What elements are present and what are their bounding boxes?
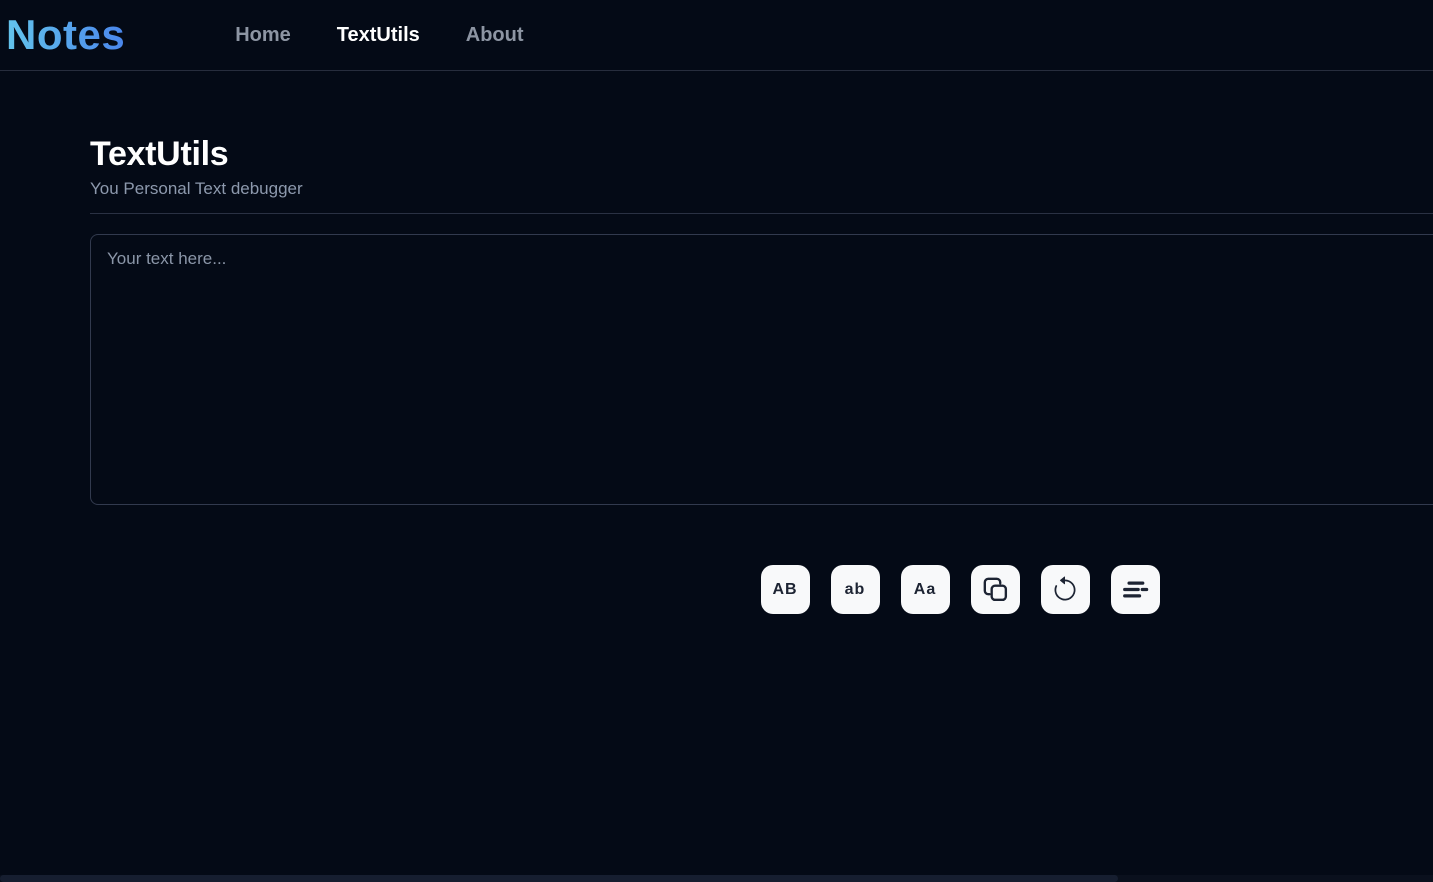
remove-extra-spaces-button[interactable] [1110, 565, 1160, 615]
app-logo[interactable]: Notes [6, 14, 125, 56]
capitalize-button[interactable]: Aa [900, 565, 950, 615]
text-lines-icon [1122, 576, 1149, 603]
uppercase-button[interactable]: AB [760, 565, 810, 615]
lowercase-button[interactable]: ab [830, 565, 880, 615]
text-input-area[interactable] [90, 234, 1433, 506]
horizontal-scrollbar-thumb[interactable] [0, 875, 1118, 882]
uppercase-icon: AB [772, 580, 798, 598]
page-title: TextUtils [90, 135, 229, 173]
page-subtitle: You Personal Text debugger [90, 179, 303, 199]
main-content: TextUtils You Personal Text debugger AB … [0, 135, 1433, 615]
divider [90, 213, 1433, 215]
copy-button[interactable] [970, 565, 1020, 615]
nav-link-about[interactable]: About [466, 24, 524, 47]
copy-icon [982, 576, 1009, 603]
horizontal-scrollbar[interactable] [0, 875, 1433, 882]
nav-links: Home TextUtils About [235, 24, 523, 47]
undo-button[interactable] [1040, 565, 1090, 615]
lowercase-icon: ab [844, 580, 866, 598]
nav-link-textutils[interactable]: TextUtils [337, 24, 420, 47]
toolbar: AB ab Aa [90, 565, 1433, 615]
navbar: Notes Home TextUtils About [0, 0, 1433, 71]
capitalize-icon: Aa [913, 580, 937, 598]
nav-link-home[interactable]: Home [235, 24, 291, 47]
undo-arrow-icon [1051, 576, 1079, 604]
